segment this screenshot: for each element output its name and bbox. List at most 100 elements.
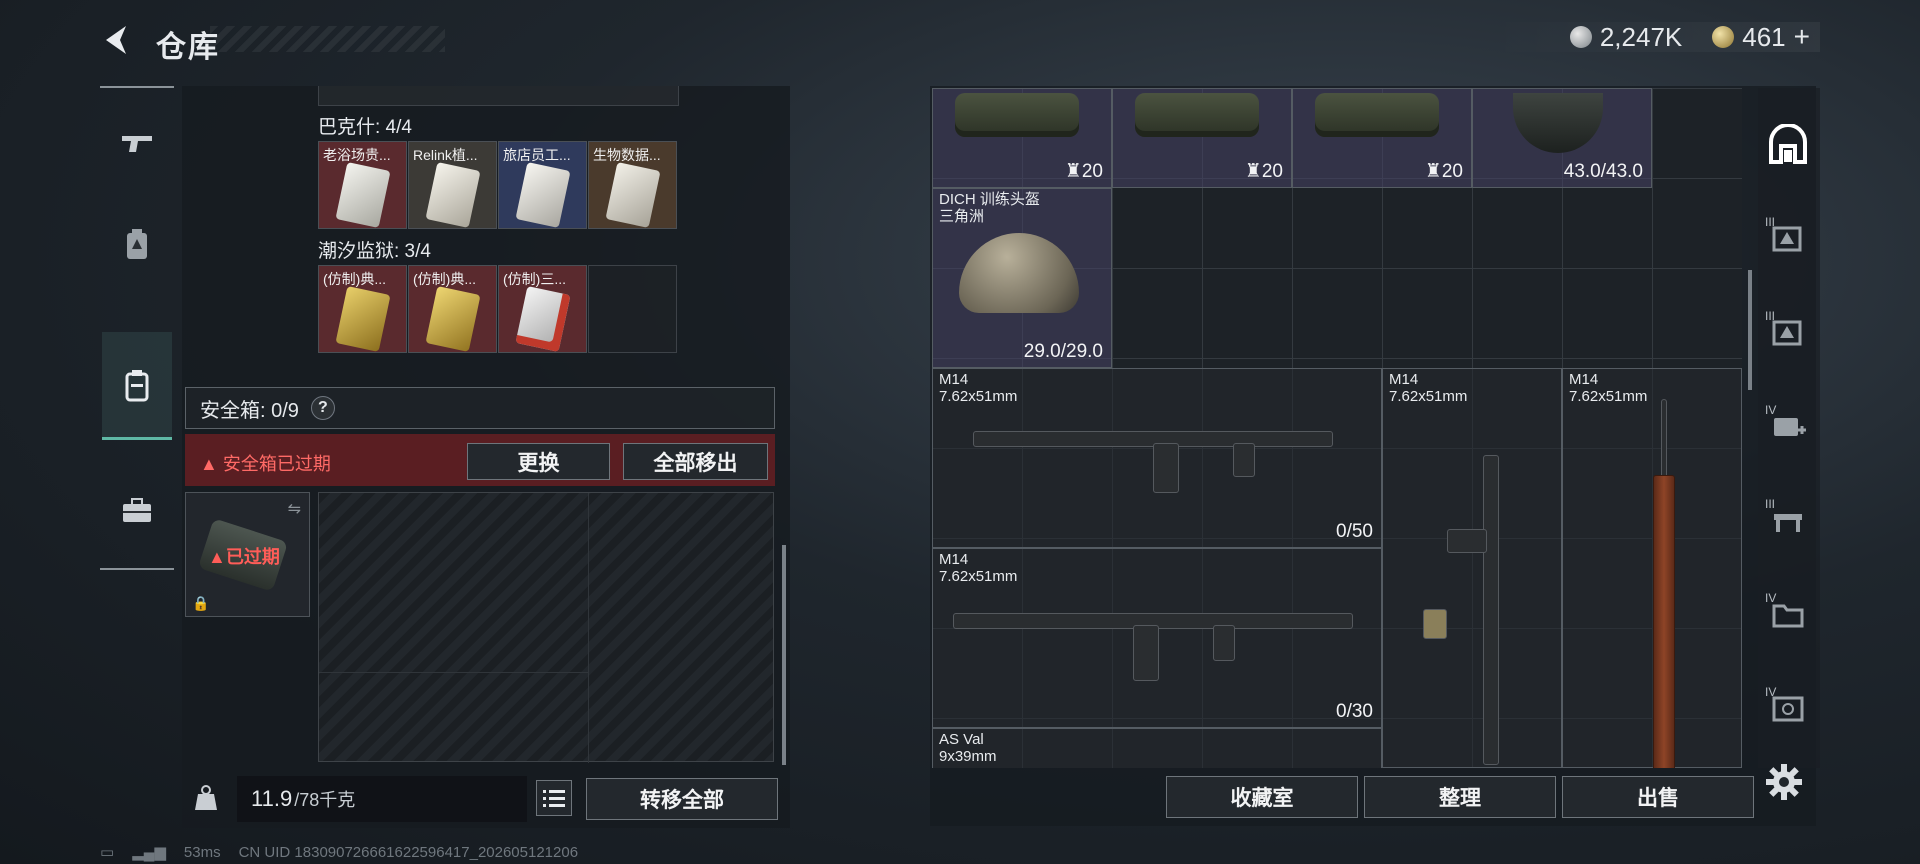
stash-item-bag[interactable]: ♜20 bbox=[1112, 88, 1292, 188]
tab-stash-home[interactable] bbox=[1762, 118, 1814, 170]
swap-icon: ⇋ bbox=[287, 501, 301, 518]
backpack-icon bbox=[125, 369, 149, 401]
item-name: AS Val bbox=[939, 731, 984, 748]
list-icon bbox=[543, 790, 565, 807]
title-decoration bbox=[210, 26, 445, 52]
stash-grid: ♜20 ♜20 ♜20 43.0/43.0 DICH 训练头盔 三角洲 29.0… bbox=[932, 88, 1742, 768]
item-name: M14 bbox=[939, 371, 969, 388]
collection-slot[interactable]: Relink植... bbox=[408, 141, 497, 229]
ammo-count: 0/30 bbox=[1336, 701, 1373, 722]
help-icon[interactable]: ? bbox=[310, 396, 335, 420]
weapon-icon bbox=[122, 136, 152, 152]
tab-medical-4[interactable]: IV bbox=[1762, 400, 1814, 452]
gold-coin-icon bbox=[1712, 26, 1735, 48]
stash-home-icon bbox=[1769, 124, 1807, 164]
collection-slots: 老浴场贵... Relink植... 旅店员工... 生物数据... bbox=[318, 141, 680, 231]
remove-all-button[interactable]: 全部移出 bbox=[623, 443, 768, 480]
bag-icon bbox=[955, 93, 1079, 137]
nav-item-tiers[interactable] bbox=[102, 194, 172, 294]
collection-room-button[interactable]: 收藏室 bbox=[1166, 776, 1358, 818]
collection-slot[interactable]: (仿制)三... bbox=[498, 265, 587, 353]
stash-item-helmet[interactable]: DICH 训练头盔 三角洲 29.0/29.0 bbox=[932, 188, 1112, 368]
bag-value: 20 bbox=[1081, 161, 1103, 182]
gold-coin-amount: 461 bbox=[1742, 21, 1786, 52]
tab-safe-4[interactable]: IV bbox=[1762, 682, 1814, 734]
stash-item-rifle[interactable]: M14 7.62x51mm bbox=[1562, 368, 1742, 768]
inventory-scrollbar[interactable] bbox=[782, 545, 786, 765]
item-ammo: 7.62x51mm bbox=[1389, 388, 1468, 405]
keycard-icon bbox=[335, 162, 391, 228]
case-expired-label: ▲已过期 bbox=[208, 547, 280, 567]
tab-workbench-3[interactable]: III bbox=[1762, 494, 1814, 546]
add-currency-button[interactable]: + bbox=[1794, 21, 1810, 53]
nav-item-toolbox[interactable] bbox=[102, 460, 172, 560]
item-name: DICH 训练头盔 bbox=[939, 191, 1040, 208]
bag-icon bbox=[1135, 93, 1259, 137]
collection-slot[interactable]: (仿制)典... bbox=[408, 265, 497, 353]
stash-item-helmet[interactable]: 43.0/43.0 bbox=[1472, 88, 1652, 188]
collection-label: 潮汐监狱: 3/4 bbox=[318, 241, 431, 262]
weight-capacity: /78千克 bbox=[294, 790, 356, 810]
safe-box-header: 安全箱: 0/9 ? bbox=[185, 387, 775, 429]
item-name: M14 bbox=[1389, 371, 1419, 388]
weight-icon bbox=[192, 784, 220, 812]
left-nav bbox=[100, 86, 176, 570]
bag-icon bbox=[1315, 93, 1439, 137]
helmet-icon bbox=[1513, 93, 1603, 153]
tab-storage-3b[interactable]: III bbox=[1762, 306, 1814, 358]
durability-value: 29.0/29.0 bbox=[1023, 341, 1103, 362]
transfer-all-button[interactable]: 转移全部 bbox=[586, 778, 778, 820]
rifle-icon bbox=[1483, 455, 1499, 765]
collection-slot[interactable]: 老浴场贵... bbox=[318, 141, 407, 229]
lock-icon: 🔒 bbox=[192, 595, 210, 611]
item-name: M14 bbox=[939, 551, 969, 568]
stash-item-rifle[interactable]: M14 7.62x51mm bbox=[1382, 368, 1562, 768]
armor-icon: ♜ bbox=[1064, 161, 1082, 182]
collection-slots: (仿制)典... (仿制)典... (仿制)三... bbox=[318, 265, 680, 357]
silver-coin-amount: 2,247K bbox=[1599, 21, 1683, 52]
tier-3-storage-icon bbox=[1772, 226, 1802, 252]
empty-collection-slot[interactable] bbox=[588, 265, 677, 353]
item-origin: 三角洲 bbox=[939, 208, 985, 225]
helmet-icon bbox=[959, 233, 1079, 313]
collection-label: 巴克什: 4/4 bbox=[318, 117, 412, 138]
signal-icon: ▂▄▆ bbox=[132, 844, 166, 861]
tab-folder-4[interactable]: IV bbox=[1762, 588, 1814, 640]
settings-button[interactable] bbox=[1764, 762, 1808, 806]
stash-item-bag[interactable]: ♜20 bbox=[1292, 88, 1472, 188]
stash-item-rifle[interactable]: AS Val 9x39mm bbox=[932, 728, 1382, 768]
list-view-button[interactable] bbox=[536, 780, 572, 816]
ammo-count: 0/50 bbox=[1336, 521, 1373, 542]
stash-item-rifle[interactable]: M14 7.62x51mm 0/50 bbox=[932, 368, 1382, 548]
keycard-icon bbox=[335, 286, 391, 352]
back-button[interactable] bbox=[100, 22, 136, 58]
stash-item-rifle[interactable]: M14 7.62x51mm 0/30 bbox=[932, 548, 1382, 728]
bag-value: 20 bbox=[1261, 161, 1283, 182]
battery-icon: ▭ bbox=[100, 844, 115, 861]
item-name: M14 bbox=[1569, 371, 1599, 388]
safe-box-slot[interactable]: ▲已过期 ⇋ 🔒 bbox=[185, 492, 310, 617]
tab-storage-3a[interactable]: III bbox=[1762, 212, 1814, 264]
nav-item-backpack[interactable] bbox=[102, 332, 172, 440]
safe-box-grid bbox=[318, 492, 774, 763]
nav-item-weapons[interactable] bbox=[102, 94, 172, 194]
stash-scrollbar[interactable] bbox=[1748, 270, 1752, 390]
durability-value: 43.0/43.0 bbox=[1563, 161, 1643, 182]
ping-value: 53ms bbox=[183, 843, 221, 861]
warning-icon: ▲ bbox=[200, 454, 223, 474]
stash-item-bag[interactable]: ♜20 bbox=[932, 88, 1112, 188]
keycard-icon bbox=[605, 162, 661, 228]
backpack-tier-icon bbox=[127, 229, 147, 259]
keycard-icon bbox=[515, 286, 571, 352]
collection-slot[interactable]: (仿制)典... bbox=[318, 265, 407, 353]
collection-slot[interactable]: 旅店员工... bbox=[498, 141, 587, 229]
sell-button[interactable]: 出售 bbox=[1562, 776, 1754, 818]
toolbox-icon bbox=[123, 498, 151, 522]
collection-slot[interactable]: 生物数据... bbox=[588, 141, 677, 229]
keycard-icon bbox=[515, 162, 571, 228]
replace-button[interactable]: 更换 bbox=[467, 443, 610, 480]
keycard-icon bbox=[425, 162, 481, 228]
safe-box-label: 安全箱: 0/9 bbox=[200, 399, 299, 422]
status-footer: ▭ ▂▄▆ 53ms CN UID 183090726661622596417_… bbox=[100, 843, 578, 862]
organize-button[interactable]: 整理 bbox=[1364, 776, 1556, 818]
